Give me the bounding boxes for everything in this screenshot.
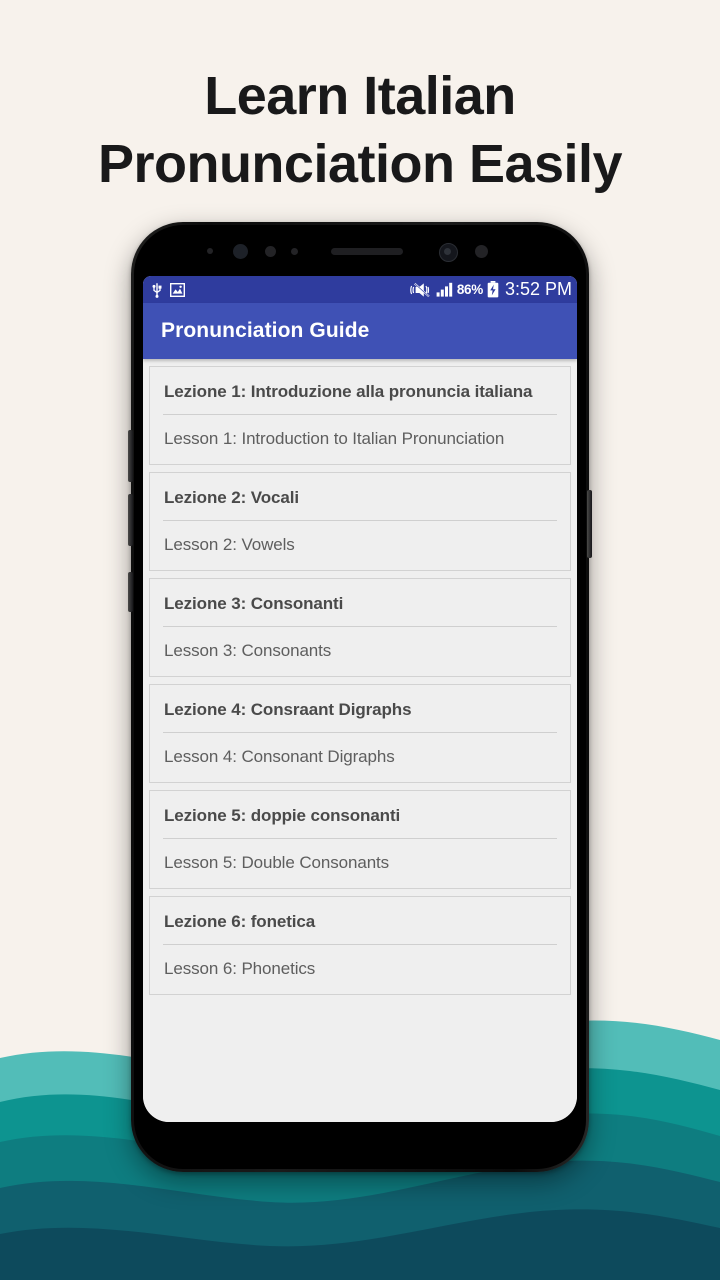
phone-mockup: 86% 3:52 PM Pronunciation Guide Lezione … <box>128 222 592 1172</box>
usb-icon <box>152 282 162 298</box>
light-sensor-icon <box>265 246 276 257</box>
page-title: Learn Italian Pronunciation Easily <box>0 62 720 198</box>
phone-screen: 86% 3:52 PM Pronunciation Guide Lezione … <box>143 276 577 1122</box>
earpiece-speaker <box>331 248 403 255</box>
page-title-line-2: Pronunciation Easily <box>97 134 623 194</box>
lesson-title-english: Lesson 3: Consonants <box>164 641 332 660</box>
lesson-title-italian: Lezione 3: Consonanti <box>164 594 344 613</box>
proximity-sensor-icon <box>207 248 213 254</box>
iris-scanner-icon <box>233 244 248 259</box>
led-indicator-icon <box>291 248 298 255</box>
signal-bars-icon <box>436 282 453 297</box>
battery-percentage: 86% <box>456 282 483 297</box>
volume-down-button[interactable] <box>128 494 133 546</box>
volume-up-button[interactable] <box>128 430 133 482</box>
app-bar-title: Pronunciation Guide <box>161 319 370 342</box>
power-button[interactable] <box>587 490 592 558</box>
front-camera-icon <box>439 243 458 262</box>
list-item[interactable]: Lezione 2: Vocali Lesson 2: Vowels <box>149 472 571 571</box>
lesson-title-english: Lesson 6: Phonetics <box>164 959 316 978</box>
lesson-title-italian: Lezione 1: Introduzione alla pronuncia i… <box>164 382 533 401</box>
lesson-title-italian: Lezione 2: Vocali <box>164 488 299 507</box>
list-item[interactable]: Lezione 1: Introduzione alla pronuncia i… <box>149 366 571 465</box>
lesson-title-english: Lesson 1: Introduction to Italian Pronun… <box>164 429 505 448</box>
list-item[interactable]: Lezione 5: doppie consonanti Lesson 5: D… <box>149 790 571 889</box>
lesson-list[interactable]: Lezione 1: Introduzione alla pronuncia i… <box>143 359 577 1122</box>
list-item[interactable]: Lezione 6: fonetica Lesson 6: Phonetics <box>149 896 571 995</box>
lesson-title-english: Lesson 5: Double Consonants <box>164 853 390 872</box>
assistant-button[interactable] <box>128 572 133 612</box>
lesson-title-italian: Lezione 5: doppie consonanti <box>164 806 401 825</box>
list-item[interactable]: Lezione 4: Consraant Digraphs Lesson 4: … <box>149 684 571 783</box>
phone-top-bezel <box>145 232 575 276</box>
lesson-title-italian: Lezione 4: Consraant Digraphs <box>164 700 412 719</box>
vibrate-mute-icon <box>410 282 430 297</box>
list-item[interactable]: Lezione 3: Consonanti Lesson 3: Consonan… <box>149 578 571 677</box>
lesson-title-italian: Lezione 6: fonetica <box>164 912 316 931</box>
secondary-sensor-icon <box>475 245 488 258</box>
app-bar: Pronunciation Guide <box>143 303 577 359</box>
status-bar: 86% 3:52 PM <box>143 276 577 303</box>
lesson-title-english: Lesson 4: Consonant Digraphs <box>164 747 395 766</box>
battery-charging-icon <box>487 281 499 298</box>
status-bar-clock: 3:52 PM <box>504 279 572 299</box>
lesson-title-english: Lesson 2: Vowels <box>164 535 295 554</box>
page-title-line-1: Learn Italian <box>204 66 516 126</box>
screenshot-image-icon <box>170 282 185 297</box>
